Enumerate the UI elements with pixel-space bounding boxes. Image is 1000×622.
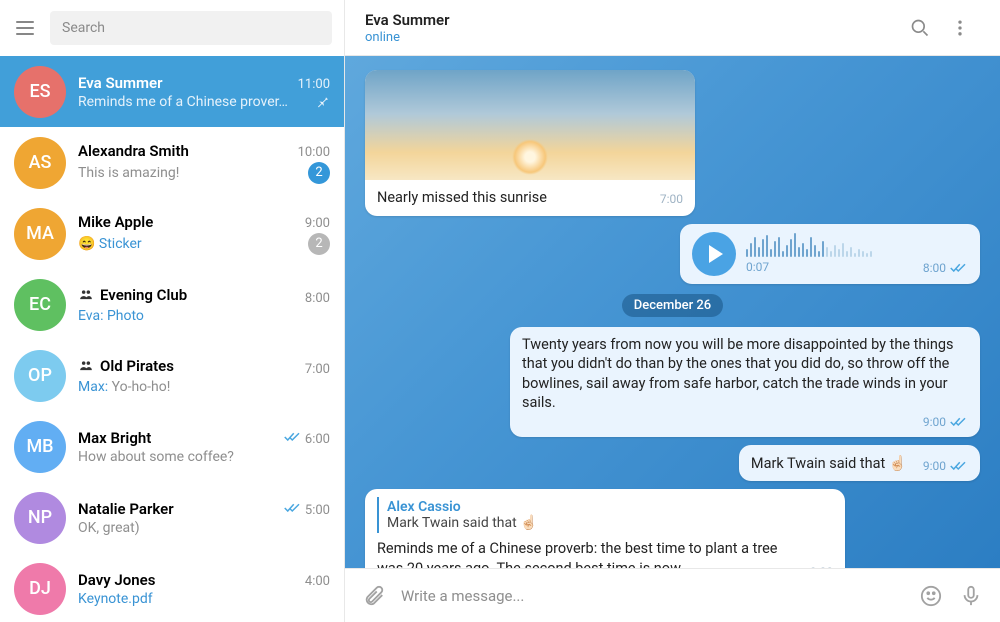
avatar: NP (14, 492, 66, 544)
read-checks-icon (950, 460, 968, 472)
chat-list: ES Eva Summer 11:00 Reminds me of a Chin… (0, 56, 344, 622)
message-input[interactable]: Write a message... (401, 587, 904, 605)
pin-icon (314, 94, 330, 110)
chat-status: online (365, 30, 900, 45)
message-time: 7:00 (660, 192, 683, 206)
reply-text: Mark Twain said that ☝🏻 (387, 515, 825, 531)
emoji-icon[interactable] (918, 583, 944, 609)
chat-title: Eva Summer (365, 11, 900, 29)
photo-thumbnail (365, 70, 695, 180)
group-icon (78, 288, 94, 302)
message-time: 8:00 (923, 261, 968, 275)
message-text: Twenty years from now you will be more d… (522, 335, 968, 413)
voice-duration: 0:07 (746, 260, 769, 274)
chat-item-max-bright[interactable]: MB Max Bright 6:00 How about some coffee… (0, 411, 344, 482)
message-text-out[interactable]: Twenty years from now you will be more d… (365, 327, 980, 437)
message-time: 9:00 (810, 565, 833, 569)
message-text-in[interactable]: Alex Cassio Mark Twain said that ☝🏻 Remi… (365, 489, 980, 568)
chat-preview: 😄 Sticker (78, 236, 302, 252)
avatar: MB (14, 421, 66, 473)
chat-time: 10:00 (298, 145, 330, 160)
message-text: Mark Twain said that ☝🏻 (751, 455, 907, 472)
search-input[interactable]: Search (50, 11, 332, 45)
chat-item-mike-apple[interactable]: MA Mike Apple 9:00 😄 Sticker 2 (0, 198, 344, 269)
chat-preview: OK, great) (78, 520, 330, 536)
message-text: Nearly missed this sunrise (377, 188, 547, 208)
message-time: 9:00 (522, 415, 968, 429)
chat-preview: Eva: Photo (78, 308, 330, 324)
read-checks-icon (284, 502, 302, 514)
chat-item-alexandra-smith[interactable]: AS Alexandra Smith 10:00 This is amazing… (0, 127, 344, 198)
reply-preview[interactable]: Alex Cassio Mark Twain said that ☝🏻 (377, 497, 833, 533)
main: Eva Summer online Nearly missed this sun… (345, 0, 1000, 622)
chat-item-old-pirates[interactable]: OP Old Pirates 7:00 Max: Yo-ho-ho! (0, 340, 344, 411)
chat-name: Max Bright (78, 429, 151, 447)
chat-item-natalie-parker[interactable]: NP Natalie Parker 5:00 OK, great) (0, 482, 344, 553)
chat-item-davy-jones[interactable]: DJ Davy Jones 4:00 Keynote.pdf (0, 553, 344, 622)
chat-name: Davy Jones (78, 571, 155, 589)
avatar: DJ (14, 563, 66, 615)
reply-sender-name: Alex Cassio (387, 499, 825, 515)
sidebar: Search ES Eva Summer 11:00 Reminds me of… (0, 0, 345, 622)
avatar: MA (14, 208, 66, 260)
chat-preview: Max: Yo-ho-ho! (78, 379, 330, 395)
group-icon (78, 359, 94, 373)
sidebar-header: Search (0, 0, 344, 56)
chat-item-eva-summer[interactable]: ES Eva Summer 11:00 Reminds me of a Chin… (0, 56, 344, 127)
avatar: OP (14, 350, 66, 402)
chat-time: 4:00 (305, 574, 330, 589)
chat-time: 7:00 (305, 362, 330, 377)
chat-name: Evening Club (78, 286, 187, 304)
read-checks-icon (284, 431, 302, 443)
message-voice[interactable]: 0:07 8:00 (365, 224, 980, 284)
chat-header-info[interactable]: Eva Summer online (365, 11, 900, 45)
microphone-icon[interactable] (958, 583, 984, 609)
chat-time: 11:00 (298, 77, 330, 92)
chat-preview: How about some coffee? (78, 449, 330, 465)
message-text: Reminds me of a Chinese proverb: the bes… (377, 539, 800, 568)
chat-time: 6:00 (284, 431, 330, 447)
chat-name: Alexandra Smith (78, 142, 189, 160)
search-icon[interactable] (900, 8, 940, 48)
unread-badge: 2 (308, 162, 330, 184)
read-checks-icon (950, 262, 968, 274)
messages-area[interactable]: Nearly missed this sunrise 7:00 0:07 8:0… (345, 56, 1000, 568)
chat-name: Old Pirates (78, 357, 174, 375)
chat-time: 8:00 (305, 291, 330, 306)
message-time: 9:00 (923, 459, 968, 473)
chat-preview: Reminds me of a Chinese prover… (78, 94, 308, 110)
more-icon[interactable] (940, 8, 980, 48)
date-divider: December 26 (365, 294, 980, 317)
read-checks-icon (950, 416, 968, 428)
menu-icon[interactable] (16, 16, 40, 40)
chat-preview: Keynote.pdf (78, 591, 330, 607)
main-header: Eva Summer online (345, 0, 1000, 56)
message-photo[interactable]: Nearly missed this sunrise 7:00 (365, 70, 980, 216)
avatar: EC (14, 279, 66, 331)
avatar: AS (14, 137, 66, 189)
chat-item-evening-club[interactable]: EC Evening Club 8:00 Eva: Photo (0, 269, 344, 340)
chat-name: Natalie Parker (78, 500, 174, 518)
attach-icon[interactable] (361, 583, 387, 609)
play-button[interactable] (692, 232, 736, 276)
chat-time: 5:00 (284, 502, 330, 518)
composer: Write a message... (345, 568, 1000, 622)
chat-time: 9:00 (305, 216, 330, 231)
chat-name: Mike Apple (78, 213, 153, 231)
chat-preview: This is amazing! (78, 165, 302, 181)
avatar: ES (14, 66, 66, 118)
waveform (746, 233, 968, 257)
muted-badge: 2 (308, 233, 330, 255)
message-text-out[interactable]: Mark Twain said that ☝🏻 9:00 (365, 445, 980, 482)
chat-name: Eva Summer (78, 74, 163, 92)
